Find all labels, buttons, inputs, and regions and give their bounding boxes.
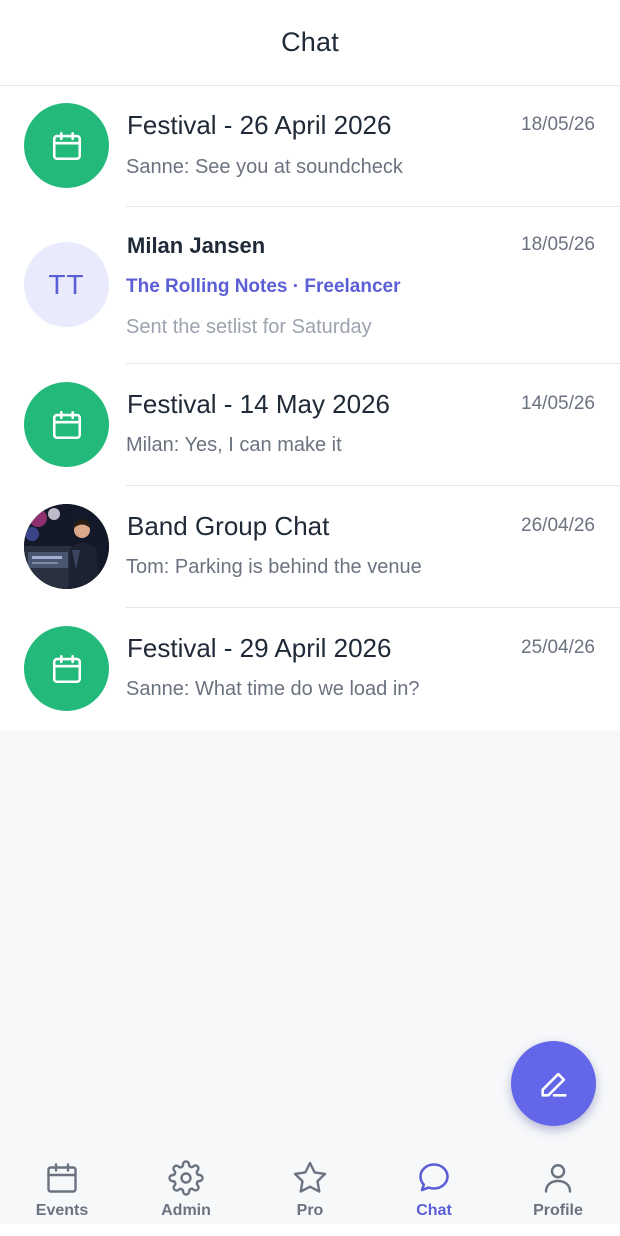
- conversation-preview: Sanne: See you at soundcheck: [126, 156, 403, 178]
- tab-pro[interactable]: Pro: [248, 1148, 372, 1224]
- tab-label: Events: [35, 1202, 89, 1219]
- conversation-item[interactable]: TT Milan Jansen The Rolling Notes · Free…: [0, 207, 620, 364]
- gear-icon: [168, 1160, 204, 1196]
- star-icon: [293, 1161, 327, 1193]
- conversation-title: Festival - 29 April 2026: [127, 633, 392, 663]
- calendar-icon: [52, 654, 81, 683]
- tab-profile[interactable]: Profile: [496, 1148, 620, 1224]
- calendar-icon: [47, 1163, 77, 1193]
- conversation-item[interactable]: Festival - 26 April 2026 Sanne: See you …: [0, 86, 620, 207]
- chat-bubble-icon: [419, 1163, 449, 1192]
- tab-label: Admin: [161, 1202, 211, 1219]
- calendar-icon: [52, 410, 81, 439]
- tab-label: Profile: [533, 1202, 583, 1219]
- group-photo-image: [24, 504, 109, 589]
- calendar-icon: [52, 131, 81, 160]
- event-avatar: [24, 626, 109, 711]
- conversation-date: 18/05/26: [521, 234, 595, 255]
- tab-chat[interactable]: Chat: [372, 1148, 496, 1224]
- conversation-item[interactable]: Festival - 29 April 2026 Sanne: What tim…: [0, 608, 620, 730]
- conversation-item[interactable]: Band Group Chat Tom: Parking is behind t…: [0, 486, 620, 608]
- tab-label: Pro: [296, 1202, 324, 1219]
- pencil-icon: [540, 1072, 567, 1097]
- group-photo: [24, 504, 109, 589]
- bottom-tab-bar: Events Admin Pro Chat Profile: [0, 1148, 620, 1224]
- conversation-preview: Tom: Parking is behind the venue: [126, 556, 422, 578]
- avatar-initials: TT: [48, 268, 85, 300]
- conversation-list: Festival - 26 April 2026 Sanne: See you …: [0, 86, 620, 730]
- conversation-item[interactable]: Festival - 14 May 2026 Milan: Yes, I can…: [0, 364, 620, 486]
- page-title: Chat: [281, 27, 339, 57]
- conversation-preview: Sent the setlist for Saturday: [126, 316, 372, 338]
- avatar: TT: [24, 242, 109, 327]
- event-avatar: [24, 382, 109, 467]
- home-indicator-area: [0, 1224, 620, 1236]
- new-chat-button[interactable]: [511, 1041, 596, 1126]
- conversation-title: Band Group Chat: [127, 511, 330, 541]
- conversation-date: 25/04/26: [521, 637, 595, 658]
- conversation-title: Milan Jansen: [127, 233, 266, 258]
- conversation-title: Festival - 26 April 2026: [127, 110, 392, 140]
- conversation-date: 18/05/26: [521, 114, 595, 135]
- user-icon: [544, 1164, 572, 1193]
- app-header: Chat: [0, 0, 620, 86]
- conversation-date: 14/05/26: [521, 393, 595, 414]
- conversation-preview: Milan: Yes, I can make it: [126, 434, 342, 456]
- tab-admin[interactable]: Admin: [124, 1148, 248, 1224]
- tab-events[interactable]: Events: [0, 1148, 124, 1224]
- conversation-title: Festival - 14 May 2026: [127, 389, 391, 419]
- conversation-preview: Sanne: What time do we load in?: [126, 678, 420, 700]
- tab-label: Chat: [416, 1202, 452, 1219]
- conversation-date: 26/04/26: [521, 515, 595, 536]
- event-avatar: [24, 103, 109, 188]
- conversation-org: The Rolling Notes · Freelancer: [126, 276, 401, 297]
